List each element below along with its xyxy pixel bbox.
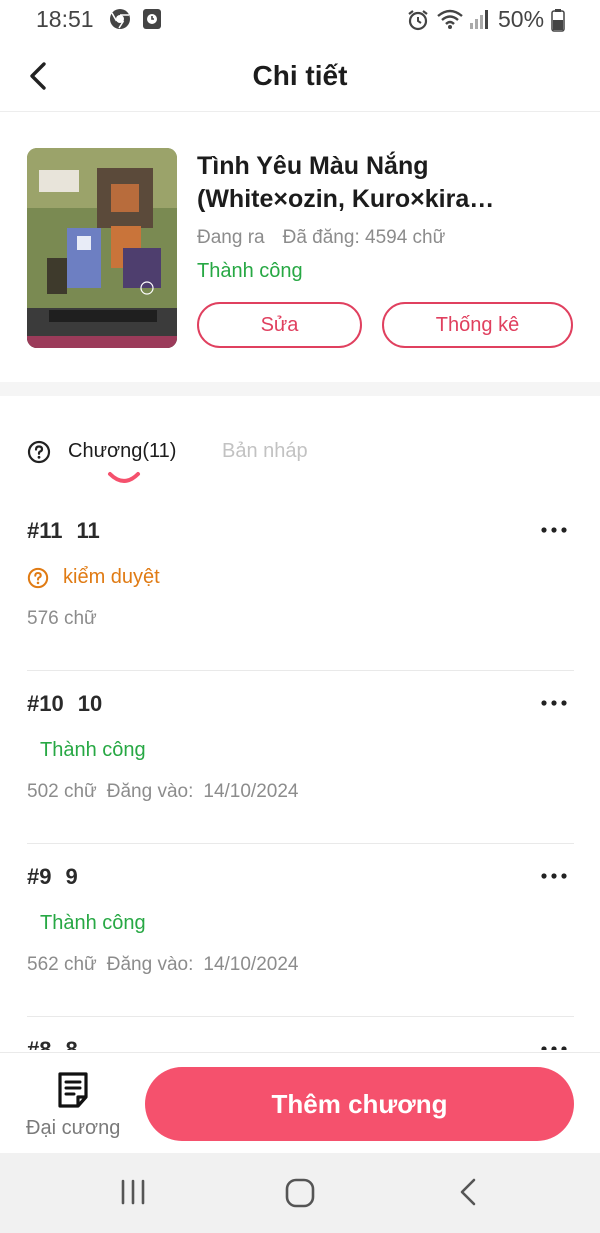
recent-apps-icon[interactable] [118,1177,148,1207]
chapter-word-count: 562 chữ [27,954,97,975]
chapter-row[interactable]: #11 11 kiểm duyệt 576 chữ [27,498,574,671]
page-title: Chi tiết [252,60,348,91]
help-circle-icon[interactable] [27,440,51,464]
chapter-status-text: Thành công [40,912,146,934]
book-word-count: Đã đăng: 4594 chữ [282,227,446,248]
chapter-name: 8 [65,1037,78,1050]
tab-chapters[interactable]: Chương(11) [68,440,176,463]
chapter-posted-date: 14/10/2024 [203,954,299,975]
book-meta: Đang ra Đã đăng: 4594 chữ [197,227,445,249]
tab-active-indicator [108,472,140,483]
chapter-list[interactable]: #11 11 kiểm duyệt 576 chữ #10 10 Thành côn… [27,498,574,1050]
chapter-word-count: 502 chữ [27,781,97,802]
chapter-posted-date: 14/10/2024 [203,781,299,802]
chapter-number: #9 [27,864,52,889]
chapter-name: 11 [76,518,100,543]
battery-icon [551,9,565,32]
chapter-meta: 576 chữ [27,608,97,630]
chapter-status-text: kiểm duyệt [63,566,160,588]
book-status-badge: Thành công [197,260,303,282]
edit-button[interactable]: Sửa [197,302,362,348]
chapter-row[interactable]: #10 10 Thành công 502 chữ Đăng vào: 14/10/2… [27,671,574,844]
book-state: Đang ra [197,227,265,248]
status-bar: 18:51 50% [0,0,600,40]
chapter-title: #11 11 [27,518,100,544]
chapter-number: #10 [27,691,64,716]
battery-percentage: 50% [498,6,545,32]
chapter-number: #11 [27,518,63,543]
chapter-meta: 502 chữ Đăng vào: 14/10/2024 [27,781,298,803]
chapter-status-success: Thành công [40,912,146,935]
chrome-icon [110,9,130,29]
signal-icon [470,10,488,29]
chapter-word-count: 576 chữ [27,608,97,629]
tab-drafts[interactable]: Bản nháp [222,440,308,463]
home-icon[interactable] [284,1177,316,1209]
status-time: 18:51 [36,6,94,32]
book-cover-image[interactable] [27,148,177,348]
back-nav-icon[interactable] [456,1177,480,1207]
chapter-name: 10 [77,691,103,716]
chapter-status-review: kiểm duyệt [27,566,160,589]
section-divider [0,382,600,396]
add-chapter-button[interactable]: Thêm chương [145,1067,574,1141]
chapter-row[interactable]: #9 9 Thành công 562 chữ Đăng vào: 14/10/202… [27,844,574,1017]
review-help-icon [27,567,49,588]
chapter-number: #8 [27,1037,52,1050]
chapter-status-success: Thành công [40,739,146,762]
more-dots-icon[interactable] [538,866,570,886]
chapter-posted-label: Đăng vào: [106,954,194,975]
more-dots-icon[interactable] [538,693,570,713]
chapter-row[interactable]: #8 8 [27,1017,574,1050]
stats-button[interactable]: Thống kê [382,302,573,348]
clock-icon [143,9,161,29]
chapter-name: 9 [65,864,78,889]
document-icon [58,1072,88,1108]
system-navigation-bar [0,1153,600,1233]
chapter-posted-label: Đăng vào: [106,781,194,802]
book-title-line-2: (White×ozin, Kuro×kira… [197,185,495,213]
app-header: Chi tiết [0,44,600,112]
outline-button[interactable]: Đại cương [20,1071,126,1143]
book-title-line-1: Tình Yêu Màu Nắng [197,152,429,180]
book-title: Tình Yêu Màu Nắng (White×ozin, Kuro×kira… [197,150,577,216]
more-dots-icon[interactable] [538,520,570,540]
chapter-title: #9 9 [27,864,78,890]
more-dots-icon[interactable] [538,1039,570,1050]
chapter-title: #8 8 [27,1037,78,1050]
alarm-icon [408,10,428,31]
chapter-meta: 562 chữ Đăng vào: 14/10/2024 [27,954,298,976]
wifi-icon [437,9,463,29]
chapter-title: #10 10 [27,691,102,717]
outline-label: Đại cương [26,1117,121,1139]
bottom-action-bar: Đại cương Thêm chương [0,1052,600,1153]
chapter-status-text: Thành công [40,739,146,761]
